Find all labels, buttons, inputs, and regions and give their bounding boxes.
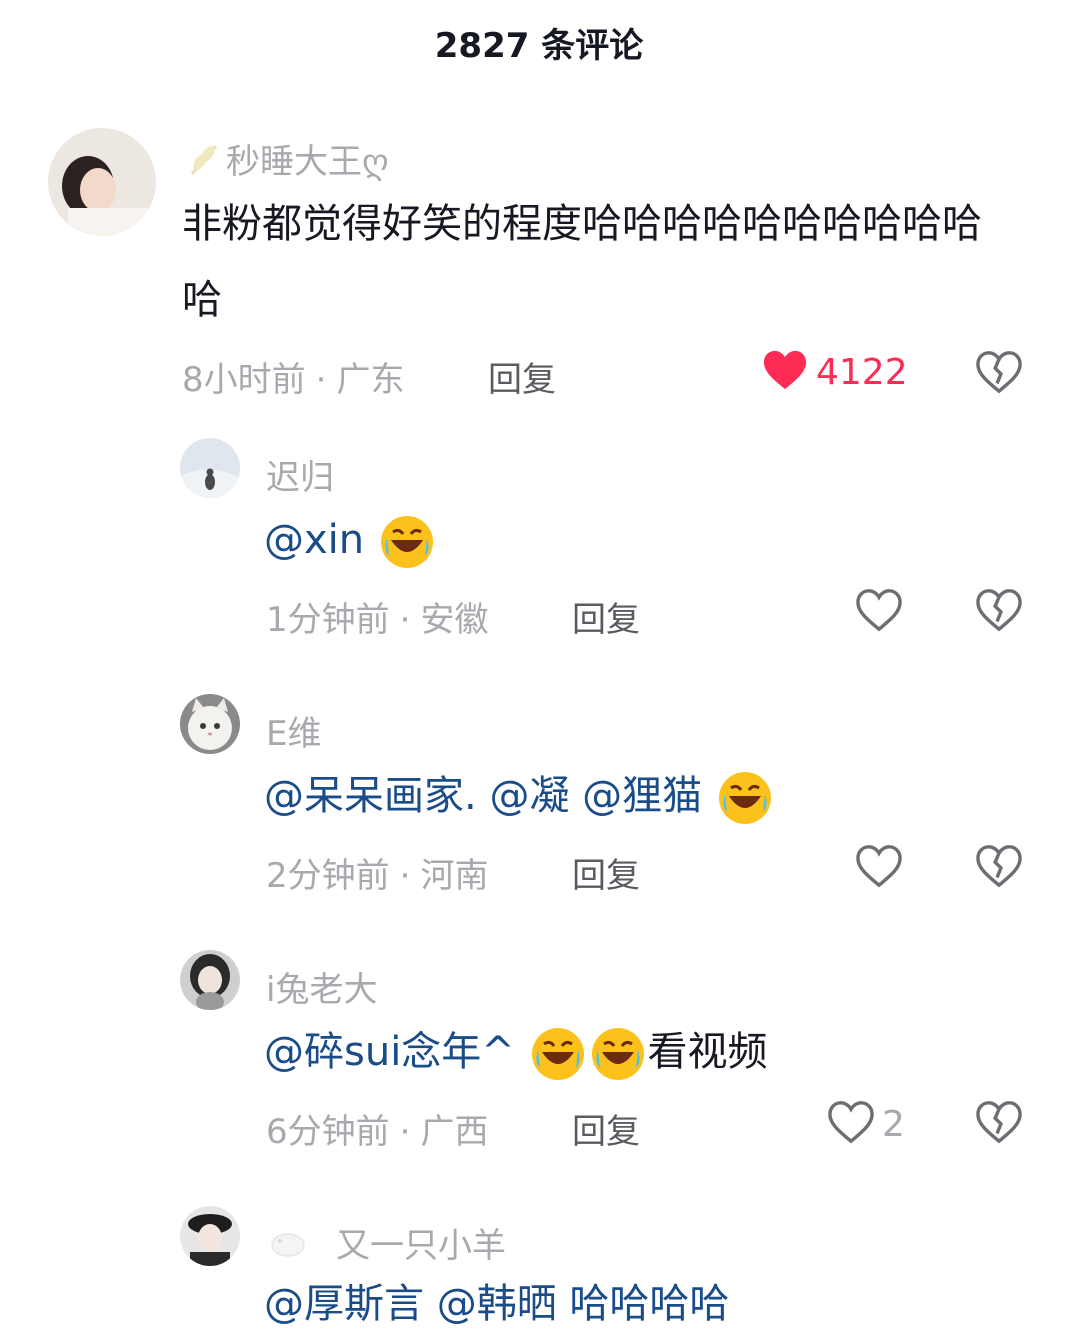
like-count: 4122 <box>816 351 908 393</box>
comment-location: 广东 <box>336 360 405 400</box>
reply-username[interactable]: 迟归 <box>266 450 334 499</box>
heart-icon <box>828 1100 874 1148</box>
comments-count-title: 2827 条评论 <box>434 26 644 66</box>
reply-text-partial: @厚斯言 @韩晒 哈哈哈哈 <box>264 1266 729 1342</box>
reply-location: 广西 <box>420 1112 489 1152</box>
heart-icon <box>762 348 808 396</box>
dislike-button[interactable] <box>976 1100 1022 1148</box>
broken-heart-icon <box>976 1101 1022 1148</box>
avatar[interactable] <box>180 1206 240 1266</box>
reply-meta: 1分钟前 · 安徽 <box>266 600 489 640</box>
broken-heart-icon <box>976 589 1022 636</box>
reply-time: 6分钟前 <box>266 1112 390 1152</box>
reply-button[interactable]: 回复 <box>572 592 640 641</box>
reply-text: @呆呆画家. @凝 @狸猫 <box>264 758 775 834</box>
avatar[interactable] <box>180 694 240 754</box>
mention-link[interactable]: @凝 <box>489 773 569 819</box>
like-button[interactable] <box>856 844 902 892</box>
reply-button[interactable]: 回复 <box>572 848 640 897</box>
broken-heart-icon <box>976 845 1022 892</box>
sheep-badge-icon <box>266 1225 310 1270</box>
avatar[interactable] <box>48 128 156 236</box>
reply-text: @碎sui念年^ 看视频 <box>264 1014 768 1090</box>
reply-location: 安徽 <box>420 600 489 640</box>
mention-link[interactable]: @碎sui念年^ <box>264 1029 515 1075</box>
mention-link[interactable]: @厚斯言 @韩晒 哈哈哈哈 <box>264 1281 729 1327</box>
like-count: 2 <box>882 1103 905 1145</box>
rolling-laughing-emoji <box>530 1026 586 1082</box>
rolling-laughing-emoji <box>717 770 773 826</box>
reply-time: 1分钟前 <box>266 600 390 640</box>
reply-location: 河南 <box>420 856 489 896</box>
like-button[interactable]: 4122 <box>762 348 908 396</box>
reply-time: 2分钟前 <box>266 856 390 896</box>
mention-link[interactable]: @呆呆画家. <box>264 773 477 819</box>
wheat-badge-icon <box>186 140 226 187</box>
avatar[interactable] <box>180 438 240 498</box>
reply-username[interactable]: E维 <box>266 706 321 755</box>
reply-username-text: 又一只小羊 <box>336 1226 506 1266</box>
dislike-button[interactable] <box>976 350 1022 398</box>
heart-icon <box>856 844 902 892</box>
like-button[interactable]: 2 <box>828 1100 905 1148</box>
rolling-laughing-emoji <box>590 1026 646 1082</box>
comment-meta: 8小时前 · 广东 <box>182 360 405 400</box>
dislike-button[interactable] <box>976 588 1022 636</box>
comment-username[interactable]: 秒睡大王ღ <box>186 134 389 187</box>
rolling-laughing-emoji <box>379 514 435 570</box>
reply-meta: 2分钟前 · 河南 <box>266 856 489 896</box>
dislike-button[interactable] <box>976 844 1022 892</box>
reply-username[interactable]: i兔老大 <box>266 962 377 1011</box>
comment-username-text: 秒睡大王ღ <box>226 142 389 182</box>
like-button[interactable] <box>856 588 902 636</box>
reply-suffix-text: 看视频 <box>647 1029 768 1075</box>
reply-button[interactable]: 回复 <box>488 352 556 401</box>
reply-meta: 6分钟前 · 广西 <box>266 1112 489 1152</box>
heart-icon <box>856 588 902 636</box>
comment-time: 8小时前 <box>182 360 306 400</box>
mention-link[interactable]: @狸猫 <box>582 773 702 819</box>
avatar[interactable] <box>180 950 240 1010</box>
reply-username[interactable]: 又一只小羊 <box>266 1218 506 1270</box>
comment-text: 非粉都觉得好笑的程度哈哈哈哈哈哈哈哈哈哈哈 <box>182 201 982 323</box>
reply-text: @xin <box>264 502 437 578</box>
broken-heart-icon <box>976 351 1022 398</box>
mention-link[interactable]: @xin <box>264 517 364 563</box>
reply-button[interactable]: 回复 <box>572 1104 640 1153</box>
